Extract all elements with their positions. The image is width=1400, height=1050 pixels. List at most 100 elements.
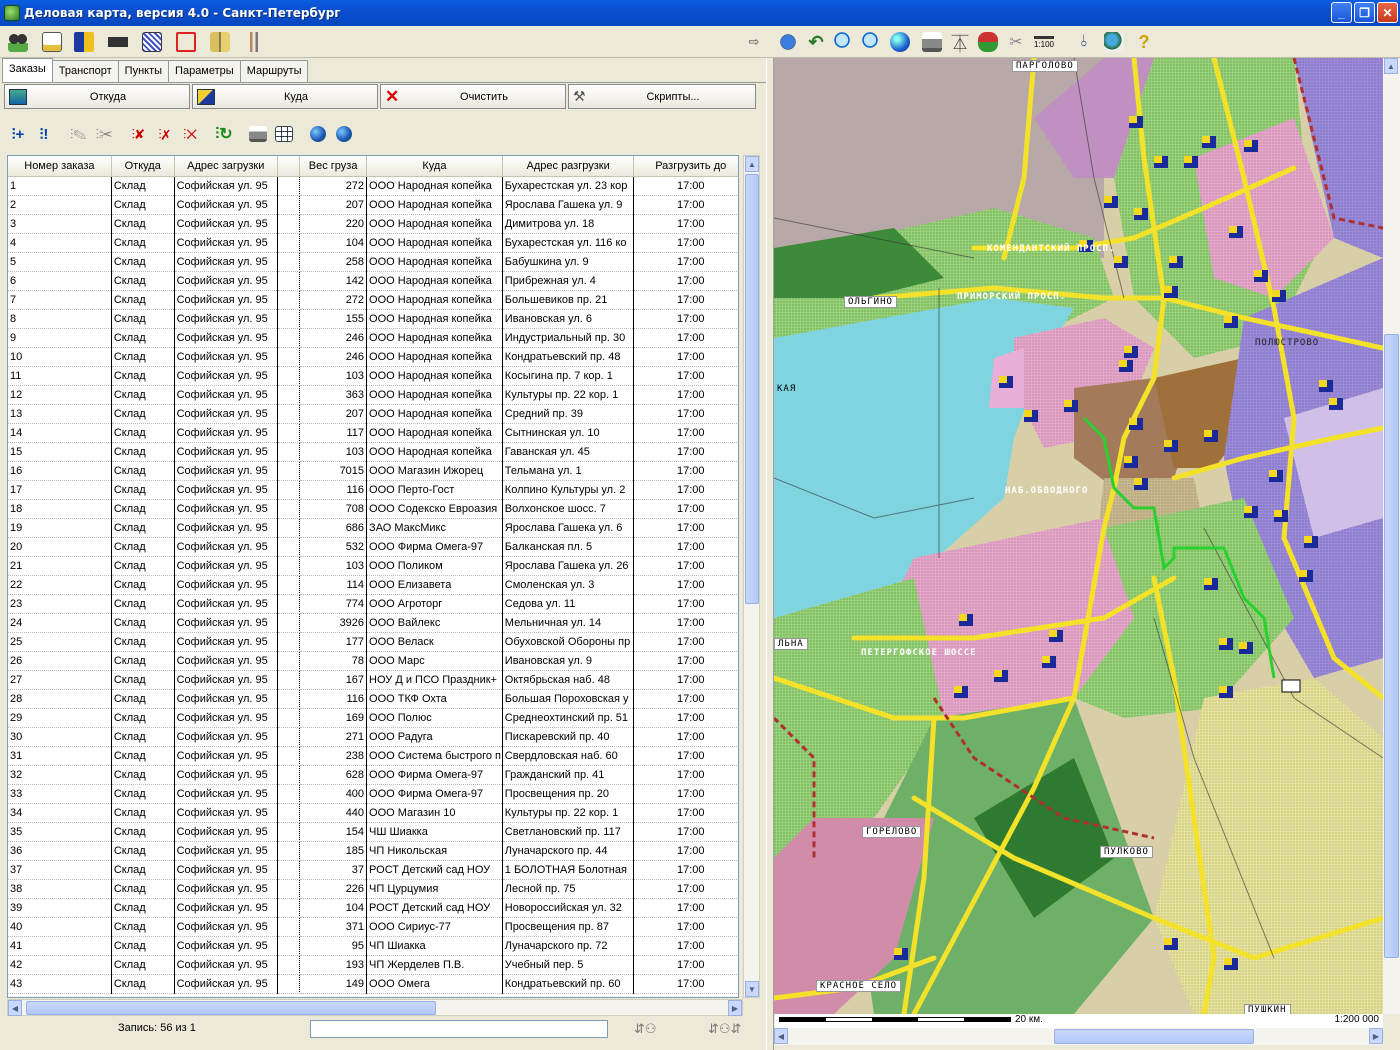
table-row[interactable]: 7 Склад Софийская ул. 95 272 ООО Народная ко… <box>8 290 738 310</box>
table-cell[interactable]: Склад <box>111 442 175 462</box>
edit-order-button[interactable]: ⫶✎ <box>66 122 90 146</box>
table-cell[interactable]: 17:00 <box>633 499 738 519</box>
table-cell[interactable]: Большая Пороховская у <box>502 689 635 709</box>
table-cell[interactable]: 13 <box>8 404 112 424</box>
table-cell[interactable]: 17:00 <box>633 423 738 443</box>
map-vertical-scrollbar[interactable]: ▲ <box>1383 58 1400 1014</box>
spacer-cell[interactable] <box>277 727 301 747</box>
table-cell[interactable]: 17:00 <box>633 575 738 595</box>
spacer-cell[interactable] <box>277 898 301 918</box>
table-cell[interactable]: Склад <box>111 879 175 899</box>
table-cell[interactable]: 532 <box>299 537 368 557</box>
table-cell[interactable]: Просвещения пр. 20 <box>502 784 635 804</box>
table-cell[interactable]: Софийская ул. 95 <box>174 936 278 956</box>
table-scroll-thumb[interactable] <box>745 174 759 604</box>
table-cell[interactable]: ООО ТКФ Охта <box>366 689 503 709</box>
table-row[interactable]: 35 Склад Софийская ул. 95 154 ЧШ Шиакка Светл… <box>8 822 738 842</box>
table-cell[interactable]: Лесной пр. 75 <box>502 879 635 899</box>
table-cell[interactable]: 17:00 <box>633 461 738 481</box>
table-cell[interactable]: Софийская ул. 95 <box>174 328 278 348</box>
table-cell[interactable]: ООО Система быстрого п <box>366 746 503 766</box>
table-cell[interactable]: Склад <box>111 366 175 386</box>
table-cell[interactable]: Софийская ул. 95 <box>174 898 278 918</box>
spacer-cell[interactable] <box>277 176 301 196</box>
table-cell[interactable]: Софийская ул. 95 <box>174 252 278 272</box>
table-cell[interactable]: Склад <box>111 385 175 405</box>
spacer-cell[interactable] <box>277 974 301 994</box>
find-prev-icon[interactable]: ⇵⚇ <box>634 1021 664 1037</box>
table-cell[interactable]: Бухарестская ул. 23 кор <box>502 176 635 196</box>
table-cell[interactable]: Ивановская ул. 9 <box>502 651 635 671</box>
table-cell[interactable]: РОСТ Детский сад НОУ <box>366 898 503 918</box>
table-cell[interactable]: 142 <box>299 271 368 291</box>
table-cell[interactable]: Ярослава Гашека ул. 26 <box>502 556 635 576</box>
table-cell[interactable]: Склад <box>111 594 175 614</box>
column-header[interactable] <box>277 156 301 177</box>
table-cell[interactable]: 17:00 <box>633 176 738 196</box>
table-cell[interactable]: Ярослава Гашека ул. 6 <box>502 518 635 538</box>
tab-points[interactable]: Пункты <box>117 60 170 82</box>
table-cell[interactable]: Кондратьевский пр. 48 <box>502 347 635 367</box>
table-cell[interactable]: Склад <box>111 518 175 538</box>
table-cell[interactable]: 116 <box>299 689 368 709</box>
table-cell[interactable]: 37 <box>299 860 368 880</box>
table-cell[interactable]: 14 <box>8 423 112 443</box>
table-cell[interactable]: ООО Омега <box>366 974 503 994</box>
table-row[interactable]: 15 Склад Софийская ул. 95 103 ООО Народная к… <box>8 442 738 462</box>
table-cell[interactable]: ООО Народная копейка <box>366 347 503 367</box>
table-cell[interactable]: Склад <box>111 290 175 310</box>
table-cell[interactable]: 40 <box>8 917 112 937</box>
table-row[interactable]: 11 Склад Софийская ул. 95 103 ООО Народная к… <box>8 366 738 386</box>
geocode-all-button[interactable] <box>332 122 356 146</box>
table-row[interactable]: 40 Склад Софийская ул. 95 371 ООО Сириус-77 П… <box>8 917 738 937</box>
panel-splitter[interactable] <box>766 58 774 1050</box>
table-cell[interactable]: 34 <box>8 803 112 823</box>
table-cell[interactable]: Софийская ул. 95 <box>174 442 278 462</box>
table-cell[interactable]: ООО Народная копейка <box>366 385 503 405</box>
table-cell[interactable]: 17:00 <box>633 556 738 576</box>
table-cell[interactable]: ООО Народная копейка <box>366 176 503 196</box>
close-button[interactable]: ✕ <box>1377 2 1398 23</box>
table-row[interactable]: 29 Склад Софийская ул. 95 169 ООО Полюс Средн… <box>8 708 738 728</box>
table-cell[interactable]: Софийская ул. 95 <box>174 708 278 728</box>
table-row[interactable]: 26 Склад Софийская ул. 95 78 ООО Марс Ивановс… <box>8 651 738 671</box>
column-header[interactable]: Вес груза <box>299 156 368 177</box>
table-row[interactable]: 42 Склад Софийская ул. 95 193 ЧП Жерделев П.… <box>8 955 738 975</box>
route-button[interactable] <box>172 29 200 55</box>
table-cell[interactable]: Склад <box>111 252 175 272</box>
table-cell[interactable]: 272 <box>299 176 368 196</box>
table-cell[interactable]: ЧШ Шиакка <box>366 822 503 842</box>
table-row[interactable]: 12 Склад Софийская ул. 95 363 ООО Народная к… <box>8 385 738 405</box>
table-cell[interactable]: Индустриальный пр. 30 <box>502 328 635 348</box>
table-row[interactable]: 6 Склад Софийская ул. 95 142 ООО Народная ко… <box>8 271 738 291</box>
table-cell[interactable]: 185 <box>299 841 368 861</box>
table-cell[interactable]: Софийская ул. 95 <box>174 309 278 329</box>
table-cell[interactable]: 22 <box>8 575 112 595</box>
table-cell[interactable]: Софийская ул. 95 <box>174 879 278 899</box>
scripts-button[interactable]: ⚒ Скрипты... <box>568 84 756 109</box>
table-cell[interactable]: Обуховской Обороны пр <box>502 632 635 652</box>
table-horizontal-scrollbar[interactable]: ◀ ▶ <box>7 999 743 1016</box>
spacer-cell[interactable] <box>277 822 301 842</box>
table-cell[interactable]: Софийская ул. 95 <box>174 803 278 823</box>
table-cell[interactable]: 21 <box>8 556 112 576</box>
table-cell[interactable]: 271 <box>299 727 368 747</box>
table-cell[interactable]: ЧП Никольская <box>366 841 503 861</box>
table-cell[interactable]: Свердловская наб. 60 <box>502 746 635 766</box>
table-cell[interactable]: 17:00 <box>633 309 738 329</box>
table-cell[interactable]: 17:00 <box>633 480 738 500</box>
spacer-cell[interactable] <box>277 385 301 405</box>
tools-order-button[interactable]: ⫶✂ <box>92 122 116 146</box>
table-cell[interactable]: 400 <box>299 784 368 804</box>
table-cell[interactable]: ООО Вайлекс <box>366 613 503 633</box>
map-scroll-right-icon[interactable]: ▶ <box>1369 1028 1383 1044</box>
table-cell[interactable]: Ярослава Гашека ул. 9 <box>502 195 635 215</box>
table-row[interactable]: 14 Склад Софийская ул. 95 117 ООО Народная к… <box>8 423 738 443</box>
table-cell[interactable]: Бухарестская ул. 116 ко <box>502 233 635 253</box>
loader-button[interactable] <box>70 29 98 55</box>
table-cell[interactable]: Бабушкина ул. 9 <box>502 252 635 272</box>
spacer-cell[interactable] <box>277 765 301 785</box>
table-cell[interactable]: Гаванская ул. 45 <box>502 442 635 462</box>
truck-button[interactable] <box>104 29 132 55</box>
map-vscroll-thumb[interactable] <box>1384 334 1399 958</box>
